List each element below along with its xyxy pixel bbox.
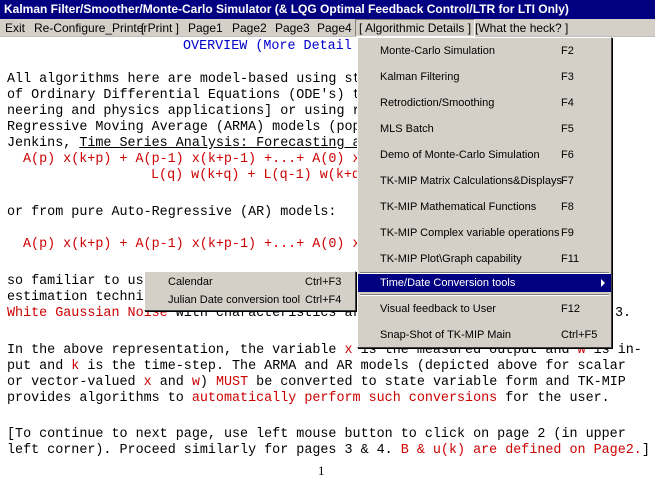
time-date-submenu: Calendar Ctrl+F3 Julian Date conversion t… xyxy=(144,271,356,311)
menu-what-the-heck[interactable]: [What the heck? ] xyxy=(475,19,568,37)
menu-print[interactable]: [ Print ] xyxy=(141,19,179,37)
text-fragment: be converted to state variable form and … xyxy=(248,375,626,390)
text-fragment: is the time-step. The ARMA and AR models… xyxy=(79,359,626,374)
menu-item-shortcut: Ctrl+F5 xyxy=(561,329,598,341)
text-fragment: or vector-valued xyxy=(7,375,144,390)
menu-reconfigure-printer[interactable]: Re-Configure_Printer xyxy=(34,19,147,37)
menu-item-shortcut: F4 xyxy=(561,97,574,109)
menu-item-shortcut: F7 xyxy=(561,175,574,187)
text-fragment: provides algorithms to xyxy=(7,391,192,406)
page2-note: B & u(k) are defined on Page2. xyxy=(400,443,642,458)
page-number: 1 xyxy=(318,463,325,478)
ar-equation: A(p) x(k+p) + A(p-1) x(k+p-1) +...+ A(0)… xyxy=(23,237,361,252)
text-fragment: ] xyxy=(641,443,650,458)
menu-item-label: Time/Date Conversion tools xyxy=(380,277,516,289)
text-fragment: In the above representation, the variabl… xyxy=(7,343,345,358)
algorithmic-details-menu: Monte-Carlo Simulation F2 Kalman Filterin… xyxy=(357,37,612,348)
menu-item-label: TK-MIP Mathematical Functions xyxy=(380,201,537,213)
menu-item-label: TK-MIP Matrix Calculations&Displays xyxy=(380,175,562,187)
arma-equation-line2: L(q) w(k+q) + L(q-1) w(k+q xyxy=(151,168,360,183)
menu-item-mls-batch[interactable]: MLS Batch F5 xyxy=(358,116,611,142)
submenu-arrow-icon xyxy=(601,279,605,287)
text-fragment: Jenkins, xyxy=(7,136,80,151)
menu-item-shortcut: F11 xyxy=(561,253,580,265)
text-line: or vector-valued x and w) MUST be conver… xyxy=(7,375,626,391)
menu-item-monte-carlo-simulation[interactable]: Monte-Carlo Simulation F2 xyxy=(358,38,611,64)
menu-item-shortcut: F2 xyxy=(561,45,574,57)
menu-item-label: Calendar xyxy=(168,276,213,288)
book-title: Time Series Analysis: Forecasting a xyxy=(79,136,361,151)
menu-item-label: Demo of Monte-Carlo Simulation xyxy=(380,149,540,161)
menu-item-snapshot[interactable]: Snap-Shot of TK-MIP Main Ctrl+F5 xyxy=(358,322,611,348)
text-fragment: and xyxy=(151,375,192,390)
menu-item-complex-variable-operations[interactable]: TK-MIP Complex variable operations F9 xyxy=(358,220,611,246)
variable-x: x xyxy=(344,343,353,358)
menu-item-mathematical-functions[interactable]: TK-MIP Mathematical Functions F8 xyxy=(358,194,611,220)
menu-item-shortcut: F3 xyxy=(561,71,574,83)
menu-algorithmic-details[interactable]: [ Algorithmic Details ] xyxy=(355,19,476,37)
menu-exit[interactable]: Exit xyxy=(5,19,25,37)
variable-x: x xyxy=(143,375,152,390)
overview-heading: OVERVIEW (More Detail xyxy=(183,39,352,54)
text-line: All algorithms here are model-based usin… xyxy=(7,72,361,87)
text-fragment: left corner). Proceed similarly for page… xyxy=(7,443,401,458)
text-line: put and k is the time-step. The ARMA and… xyxy=(7,359,626,375)
ar-intro-text: or from pure Auto-Regressive (AR) models… xyxy=(7,205,337,220)
menu-item-label: Snap-Shot of TK-MIP Main xyxy=(380,329,512,341)
menu-item-kalman-filtering[interactable]: Kalman Filtering F3 xyxy=(358,64,611,90)
menu-item-matrix-calculations[interactable]: TK-MIP Matrix Calculations&Displays F7 xyxy=(358,168,611,194)
menu-page2[interactable]: Page2 xyxy=(232,19,267,37)
menu-item-label: Monte-Carlo Simulation xyxy=(380,45,495,57)
conversion-emphasis: automatically perform such conversions xyxy=(191,391,498,406)
text-fragment: put and xyxy=(7,359,72,374)
text-line: so familiar to us xyxy=(7,274,144,289)
text-fragment: ) xyxy=(199,375,216,390)
menu-item-shortcut: Ctrl+F3 xyxy=(305,276,342,288)
menu-item-label: Julian Date conversion tool xyxy=(168,294,301,306)
menu-bar: Exit Re-Configure_Printer [ Print ] Page… xyxy=(0,19,655,37)
text-line: [To continue to next page, use left mous… xyxy=(7,427,626,442)
menu-item-shortcut: F12 xyxy=(561,303,580,315)
text-fragment: for the user. xyxy=(497,391,610,406)
menu-item-demo-monte-carlo[interactable]: Demo of Monte-Carlo Simulation F6 xyxy=(358,142,611,168)
text-line: Jenkins, Time Series Analysis: Forecasti… xyxy=(7,136,361,152)
text-line: Regressive Moving Average (ARMA) models … xyxy=(7,120,361,135)
text-line: left corner). Proceed similarly for page… xyxy=(7,443,650,459)
menu-page4[interactable]: Page4 xyxy=(317,19,352,37)
menu-item-label: MLS Batch xyxy=(380,123,434,135)
menu-item-shortcut: F8 xyxy=(561,201,574,213)
menu-page3[interactable]: Page3 xyxy=(275,19,310,37)
menu-item-label: Visual feedback to User xyxy=(380,303,496,315)
menu-item-label: Kalman Filtering xyxy=(380,71,460,83)
text-line: of Ordinary Differential Equations (ODE'… xyxy=(7,88,361,103)
submenu-item-calendar[interactable]: Calendar Ctrl+F3 xyxy=(145,273,355,291)
menu-item-shortcut: F9 xyxy=(561,227,574,239)
window-title: Kalman Filter/Smoother/Monte-Carlo Simul… xyxy=(0,0,655,19)
menu-item-retrodiction-smoothing[interactable]: Retrodiction/Smoothing F4 xyxy=(358,90,611,116)
arma-equation-line1: A(p) x(k+p) + A(p-1) x(k+p-1) +...+ A(0)… xyxy=(23,152,361,167)
menu-item-shortcut: F5 xyxy=(561,123,574,135)
menu-item-label: Retrodiction/Smoothing xyxy=(380,97,495,109)
submenu-item-julian-date[interactable]: Julian Date conversion tool Ctrl+F4 xyxy=(145,291,355,309)
menu-page1[interactable]: Page1 xyxy=(188,19,223,37)
menu-item-visual-feedback[interactable]: Visual feedback to User F12 xyxy=(358,296,611,322)
variable-w: w xyxy=(191,375,200,390)
menu-item-plot-graph[interactable]: TK-MIP Plot\Graph capability F11 xyxy=(358,246,611,272)
menu-item-shortcut: Ctrl+F4 xyxy=(305,294,342,306)
menu-item-label: TK-MIP Plot\Graph capability xyxy=(380,253,522,265)
menu-item-shortcut: F6 xyxy=(561,149,574,161)
must-emphasis: MUST xyxy=(215,375,249,390)
menu-item-label: TK-MIP Complex variable operations xyxy=(380,227,560,239)
text-line: provides algorithms to automatically per… xyxy=(7,391,610,407)
menu-item-time-date-conversion[interactable]: Time/Date Conversion tools xyxy=(358,274,611,292)
text-line: neering and physics applications] or usi… xyxy=(7,104,361,119)
text-fragment: 3. xyxy=(615,306,632,321)
text-line: estimation techni xyxy=(7,290,144,305)
